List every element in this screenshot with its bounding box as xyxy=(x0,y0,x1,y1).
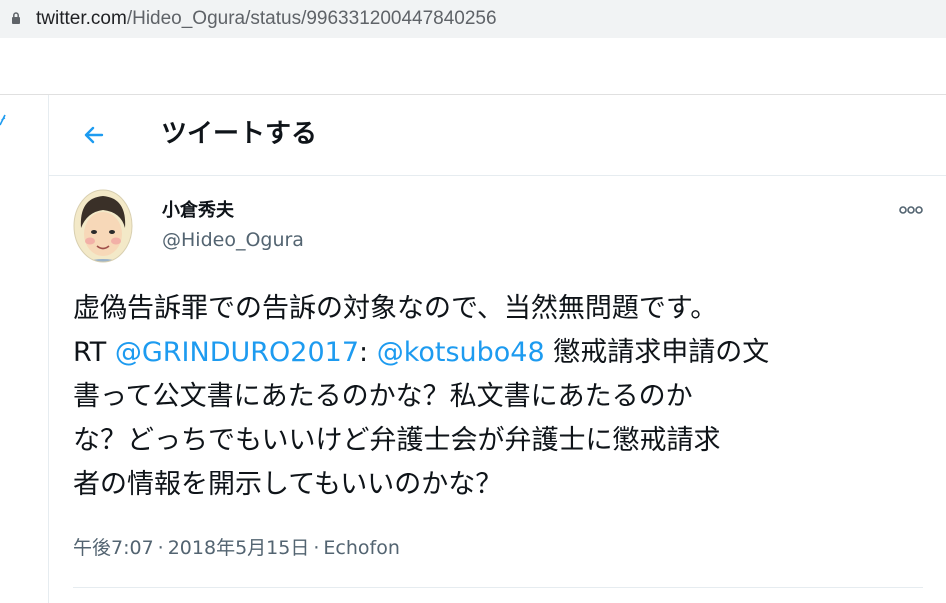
mention-colon: : xyxy=(359,337,377,368)
user-handle[interactable]: @Hideo_Ogura xyxy=(162,228,304,252)
divider xyxy=(73,587,923,588)
url-text[interactable]: twitter.com/Hideo_Ogura/status/996331200… xyxy=(36,7,497,31)
tweet-line: RT @GRINDURO2017: @kotsubo48 懲戒請求申請の文 xyxy=(73,331,933,375)
feather-icon[interactable] xyxy=(0,113,6,127)
tweet-meta: 午後7:07 · 2018年5月15日 · Echofon xyxy=(73,535,400,561)
left-navigation xyxy=(0,95,48,603)
tweet-time[interactable]: 午後7:07 xyxy=(73,537,154,559)
more-icon[interactable] xyxy=(889,195,933,225)
address-bar[interactable]: twitter.com/Hideo_Ogura/status/996331200… xyxy=(0,0,946,38)
avatar[interactable] xyxy=(73,188,133,264)
tweet-text-run: 懲戒請求申請の文 xyxy=(544,337,770,368)
tweet-text: 虚偽告訴罪での告訴の対象なので、当然無問題です。 RT @GRINDURO201… xyxy=(73,287,933,507)
page-title: ツイートする xyxy=(161,119,318,149)
tweet-line: 虚偽告訴罪での告訴の対象なので、当然無問題です。 xyxy=(73,293,718,324)
display-name[interactable]: 小倉秀夫 xyxy=(162,199,234,223)
meta-separator: · xyxy=(157,537,164,559)
url-host: twitter.com xyxy=(36,8,127,29)
browser-toolbar-strip xyxy=(0,38,946,95)
tweet-line: 書って公文書にあたるのかな？私文書にあたるのか xyxy=(73,381,693,412)
back-button[interactable] xyxy=(74,115,114,155)
tweet-detail-column: ツイートする 小倉秀夫 @Hideo_Ogura 虚偽告訴罪での告訴の対象なので… xyxy=(48,95,946,603)
tweet-date[interactable]: 2018年5月15日 xyxy=(168,537,310,559)
tweet-source[interactable]: Echofon xyxy=(323,537,399,559)
mention-link[interactable]: @GRINDURO2017 xyxy=(115,337,359,368)
url-path: /Hideo_Ogura/status/996331200447840256 xyxy=(126,8,497,29)
back-arrow-icon xyxy=(84,126,104,144)
lock-icon xyxy=(12,12,20,24)
tweet-line: な？どっちでもいいけど弁護士会が弁護士に懲戒請求 xyxy=(73,425,721,456)
meta-separator: · xyxy=(313,537,320,559)
tweet-line: 者の情報を開示してもいいのかな？ xyxy=(73,469,503,500)
mention-link[interactable]: @kotsubo48 xyxy=(377,337,545,368)
rt-prefix: RT xyxy=(73,337,115,368)
page-header: ツイートする xyxy=(49,95,946,176)
